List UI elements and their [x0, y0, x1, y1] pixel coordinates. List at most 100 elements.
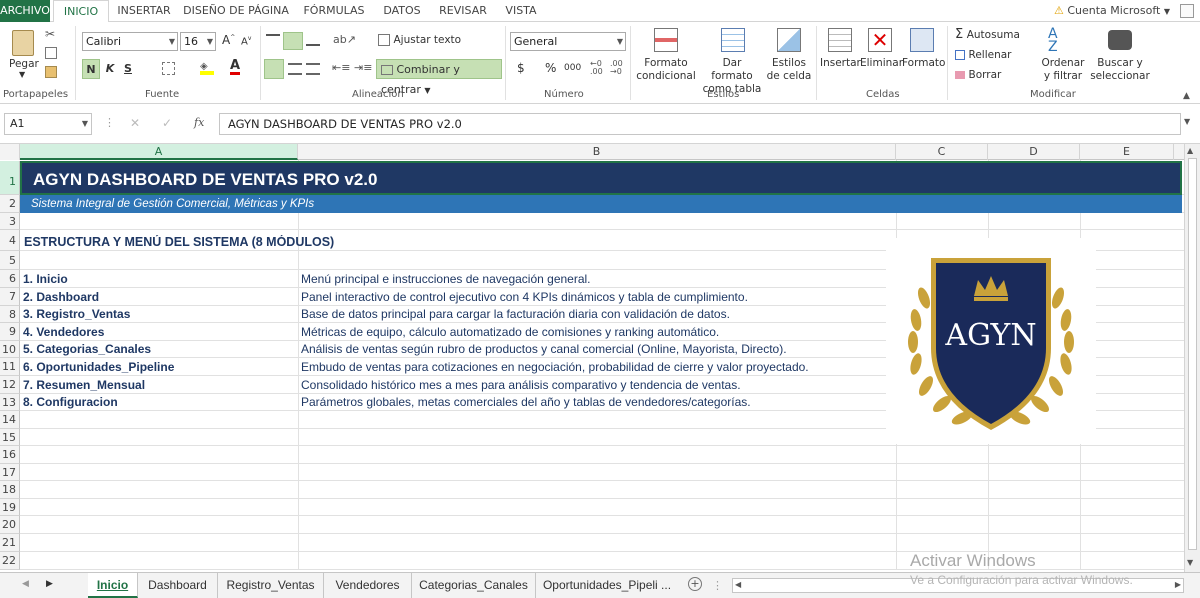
wrap-text-button[interactable]: Ajustar texto — [378, 33, 461, 51]
font-size-select[interactable]: 16 ▼ — [180, 32, 216, 51]
tab-vista[interactable]: VISTA — [498, 0, 544, 22]
scroll-right-icon[interactable]: ▶ — [1175, 580, 1181, 589]
delete-cells-button[interactable]: ✕ Eliminar — [860, 28, 903, 88]
row-header[interactable]: 9 — [0, 323, 20, 341]
borders-icon[interactable] — [162, 62, 175, 75]
confirm-entry-icon[interactable]: ✓ — [162, 116, 172, 130]
bold-button[interactable]: N — [82, 59, 100, 79]
row-header[interactable]: 17 — [0, 464, 20, 481]
title-cell[interactable]: AGYN DASHBOARD DE VENTAS PRO v2.0 — [20, 161, 1182, 195]
tab-inicio[interactable]: INICIO — [53, 0, 109, 23]
tab-diseno-pagina[interactable]: DISEÑO DE PÁGINA — [180, 0, 292, 22]
paste-button[interactable]: Pegar ▼ — [6, 28, 40, 84]
module-name-cell[interactable]: 3. Registro_Ventas — [20, 306, 296, 323]
module-description-cell[interactable]: Parámetros globales, metas comerciales d… — [299, 394, 885, 411]
conditional-format-button[interactable]: Formato condicional — [634, 28, 698, 88]
insert-function-icon[interactable]: fx — [194, 116, 204, 129]
align-bottom-icon[interactable] — [306, 34, 320, 46]
row-header[interactable]: 11 — [0, 358, 20, 376]
clear-button[interactable]: Borrar — [955, 68, 1001, 84]
italic-button[interactable]: K — [102, 59, 118, 79]
scroll-up-icon[interactable]: ▲ — [1187, 146, 1193, 155]
column-header-a[interactable]: A — [20, 144, 298, 160]
increase-decimal-icon[interactable]: ←0.00 — [590, 60, 603, 76]
tab-insertar[interactable]: INSERTAR — [112, 0, 176, 22]
module-description-cell[interactable]: Análisis de ventas según rubro de produc… — [299, 341, 885, 358]
row-header[interactable]: 13 — [0, 394, 20, 411]
row-header[interactable]: 16 — [0, 446, 20, 464]
module-name-cell[interactable]: 6. Oportunidades_Pipeline — [20, 358, 296, 376]
insert-cells-button[interactable]: Insertar — [820, 28, 861, 88]
percent-button[interactable]: % — [545, 61, 556, 75]
module-description-cell[interactable]: Métricas de equipo, cálculo automatizado… — [299, 323, 885, 341]
sheet-tab-dashboard[interactable]: Dashboard — [138, 573, 218, 598]
find-select-button[interactable]: Buscar y seleccionar — [1090, 28, 1150, 88]
merge-center-button[interactable]: Combinar y centrar ▼ — [376, 59, 502, 96]
row-header[interactable]: 12 — [0, 376, 20, 394]
format-painter-icon[interactable] — [45, 66, 57, 78]
row-header[interactable]: 7 — [0, 288, 20, 306]
tab-datos[interactable]: DATOS — [376, 0, 428, 22]
align-left-icon[interactable] — [264, 59, 284, 79]
cut-icon[interactable]: ✂ — [45, 27, 55, 41]
vertical-scrollbar[interactable]: ▲ ▼ — [1184, 144, 1200, 572]
row-header[interactable]: 4 — [0, 230, 20, 251]
expand-formula-icon[interactable]: ▼ — [1184, 117, 1190, 126]
select-all-corner[interactable] — [0, 144, 20, 160]
row-header[interactable]: 10 — [0, 341, 20, 358]
align-middle-icon[interactable] — [283, 32, 303, 50]
cancel-entry-icon[interactable]: ✕ — [130, 116, 140, 130]
module-description-cell[interactable]: Consolidado histórico mes a mes para aná… — [299, 376, 885, 394]
align-right-icon[interactable] — [306, 63, 320, 75]
number-format-select[interactable]: General ▼ — [510, 32, 626, 51]
fill-color-icon[interactable]: ◈ — [200, 61, 214, 75]
row-header[interactable]: 20 — [0, 516, 20, 534]
underline-button[interactable]: S — [120, 59, 136, 79]
module-name-cell[interactable]: 1. Inicio — [20, 270, 296, 288]
row-header[interactable]: 15 — [0, 429, 20, 446]
sheet-tab-categorias-canales[interactable]: Categorias_Canales — [412, 573, 536, 598]
module-name-cell[interactable]: 7. Resumen_Mensual — [20, 376, 296, 394]
format-cells-button[interactable]: Formato — [902, 28, 945, 88]
module-description-cell[interactable]: Panel interactivo de control ejecutivo c… — [299, 288, 885, 306]
sort-filter-button[interactable]: AZ Ordenar y filtrar — [1038, 27, 1088, 88]
font-name-select[interactable]: Calibri ▼ — [82, 32, 178, 51]
more-options-icon[interactable]: ⋮ — [712, 579, 723, 592]
module-description-cell[interactable]: Menú principal e instrucciones de navega… — [299, 270, 885, 288]
font-color-icon[interactable]: A — [230, 59, 241, 75]
module-name-cell[interactable]: 5. Categorias_Canales — [20, 341, 296, 358]
column-header-c[interactable]: C — [896, 144, 988, 160]
scroll-thumb[interactable] — [1188, 158, 1197, 550]
scroll-left-icon[interactable]: ◀ — [735, 580, 741, 589]
increase-font-icon[interactable]: A^ — [222, 33, 235, 47]
subtitle-cell[interactable]: Sistema Integral de Gestión Comercial, M… — [20, 195, 1182, 213]
column-header-d[interactable]: D — [988, 144, 1080, 160]
align-center-icon[interactable] — [288, 63, 302, 75]
autosum-button[interactable]: Σ Autosuma — [955, 27, 1020, 43]
file-tab[interactable]: ARCHIVO — [0, 0, 50, 22]
format-as-table-button[interactable]: Dar formato como tabla — [701, 28, 763, 95]
copy-icon[interactable] — [45, 47, 57, 59]
sheet-tab-registro-ventas[interactable]: Registro_Ventas — [218, 573, 324, 598]
fill-button[interactable]: Rellenar — [955, 48, 1011, 64]
row-header[interactable]: 21 — [0, 534, 20, 552]
sheet-tab-vendedores[interactable]: Vendedores — [324, 573, 412, 598]
account-menu[interactable]: ⚠ Cuenta Microsoft ▼ — [1054, 0, 1170, 22]
user-avatar[interactable] — [1180, 4, 1194, 18]
decrease-decimal-icon[interactable]: .00 →0 — [610, 60, 623, 76]
section-header-cell[interactable]: ESTRUCTURA Y MENÚ DEL SISTEMA (8 MÓDULOS… — [24, 235, 334, 251]
row-header[interactable]: 18 — [0, 481, 20, 499]
row-header[interactable]: 5 — [0, 251, 20, 270]
next-sheet-icon[interactable]: ▶ — [46, 579, 53, 589]
row-header[interactable]: 22 — [0, 552, 20, 570]
tab-revisar[interactable]: REVISAR — [432, 0, 494, 22]
agyn-logo[interactable]: AGYN — [886, 238, 1096, 444]
row-header[interactable]: 19 — [0, 499, 20, 516]
row-header[interactable]: 3 — [0, 213, 20, 230]
tab-formulas[interactable]: FÓRMULAS — [296, 0, 372, 22]
align-top-icon[interactable] — [266, 34, 280, 46]
more-options-icon[interactable]: ⋮ — [104, 116, 115, 129]
name-box[interactable]: A1 ▼ — [4, 113, 92, 135]
decrease-indent-icon[interactable]: ⇤≡ — [332, 61, 350, 74]
module-name-cell[interactable]: 4. Vendedores — [20, 323, 296, 341]
